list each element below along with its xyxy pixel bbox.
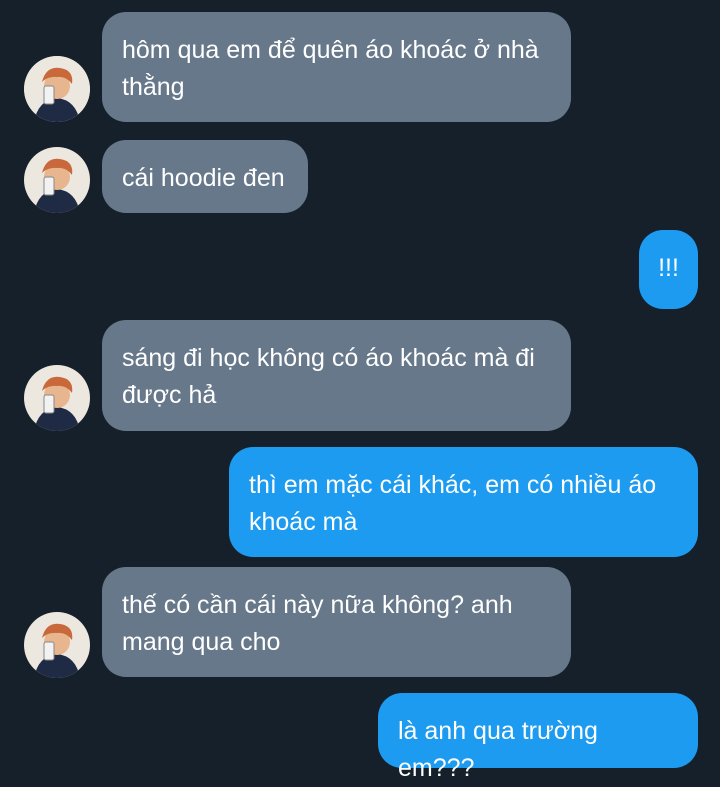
contact-avatar[interactable] <box>24 147 90 213</box>
avatar-photo-icon <box>24 612 90 678</box>
outgoing-message[interactable]: thì em mặc cái khác, em có nhiều áo khoá… <box>229 447 698 557</box>
contact-avatar[interactable] <box>24 56 90 122</box>
incoming-message[interactable]: hôm qua em để quên áo khoác ở nhà thằng <box>102 12 571 122</box>
avatar-photo-icon <box>24 365 90 431</box>
outgoing-message[interactable]: là anh qua trường em??? <box>378 693 698 782</box>
incoming-message[interactable]: thế có cần cái này nữa không? anh mang q… <box>102 567 571 677</box>
contact-avatar[interactable] <box>24 365 90 431</box>
avatar-photo-icon <box>24 147 90 213</box>
contact-avatar[interactable] <box>24 612 90 678</box>
incoming-message[interactable]: cái hoodie đen <box>102 140 308 213</box>
incoming-message[interactable]: sáng đi học không có áo khoác mà đi được… <box>102 320 571 431</box>
avatar-photo-icon <box>24 56 90 122</box>
outgoing-message[interactable]: !!! <box>639 230 698 309</box>
